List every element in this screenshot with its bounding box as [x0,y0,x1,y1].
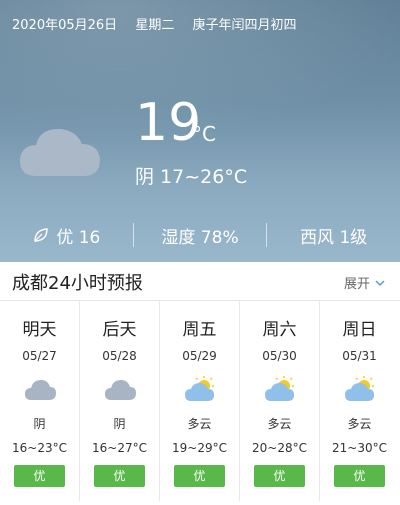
cloudy-icon [105,380,136,400]
day-condition: 阴 [33,417,46,431]
forecast-title: 成都24小时预报 [12,273,143,294]
forecast-day[interactable]: 明天 05/27 阴 16~23°C 优 [0,301,80,501]
day-name: 周日 [342,320,377,340]
aqi-badge: 优 [94,465,145,487]
day-temp-range: 21~30°C [332,441,387,455]
aqi-badge: 优 [14,465,65,487]
aqi-badge: 优 [254,465,305,487]
forecast-day[interactable]: 后天 05/28 阴 16~27°C 优 [80,301,160,501]
aqi-badge: 优 [174,465,225,487]
day-date: 05/30 [262,349,297,363]
expand-button[interactable]: 展开 [344,273,386,292]
forecast-day[interactable]: 周日 05/31 多云 21~30°C 优 [320,301,399,501]
cloud-moon-icon [20,108,106,176]
lunar-date-text: 庚子年闰四月初四 [192,18,297,33]
aqi-badge: 优 [334,465,385,487]
day-temp-range: 16~27°C [92,441,147,455]
forecast-days: 明天 05/27 阴 16~23°C 优 后天 05/28 阴 16~27°C … [0,301,400,505]
day-name: 后天 [102,320,137,340]
day-date: 05/28 [102,349,137,363]
forecast-panel: 成都24小时预报 展开 明天 05/27 阴 16~23°C 优 后天 05/2… [0,262,400,505]
weather-hero: 2020年05月26日 星期二 庚子年闰四月初四 19 °C 阴 17~26°C… [0,0,400,262]
wind-stat: 西风 1级 [267,223,400,248]
date-text: 2020年05月26日 [12,18,118,33]
partly-cloudy-icon [345,376,374,401]
temperature-unit: °C [192,122,216,146]
cloudy-icon [25,380,56,400]
weekday-text: 星期二 [135,18,175,33]
aqi-stat: 优 16 [0,223,133,248]
humidity-text: 湿度 78% [161,227,239,248]
day-temp-range: 16~23°C [12,441,67,455]
current-condition-range: 阴 17~26°C [135,166,248,188]
day-condition: 阴 [113,417,126,431]
humidity-stat: 湿度 78% [134,223,267,248]
wind-text: 西风 1级 [300,227,368,248]
aqi-text: 优 16 [56,227,101,248]
forecast-header: 成都24小时预报 展开 [0,262,400,301]
forecast-day[interactable]: 周五 05/29 多云 19~29°C 优 [160,301,240,501]
date-line: 2020年05月26日 星期二 庚子年闰四月初四 [12,14,310,33]
weather-stats: 优 16 湿度 78% 西风 1级 [0,215,400,255]
day-date: 05/29 [182,349,217,363]
expand-label: 展开 [343,277,370,292]
day-temp-range: 20~28°C [252,441,307,455]
day-condition: 多云 [267,417,292,431]
day-condition: 多云 [347,417,372,431]
chevron-down-icon [375,279,385,286]
partly-cloudy-icon [265,376,294,401]
day-condition: 多云 [187,417,212,431]
day-date: 05/27 [22,349,57,363]
day-name: 明天 [22,320,57,340]
day-name: 周六 [262,320,297,340]
day-date: 05/31 [342,349,377,363]
day-name: 周五 [182,320,217,340]
leaf-icon [34,228,49,242]
day-temp-range: 19~29°C [172,441,227,455]
forecast-day[interactable]: 周六 05/30 多云 20~28°C 优 [240,301,320,501]
partly-cloudy-icon [185,376,214,401]
